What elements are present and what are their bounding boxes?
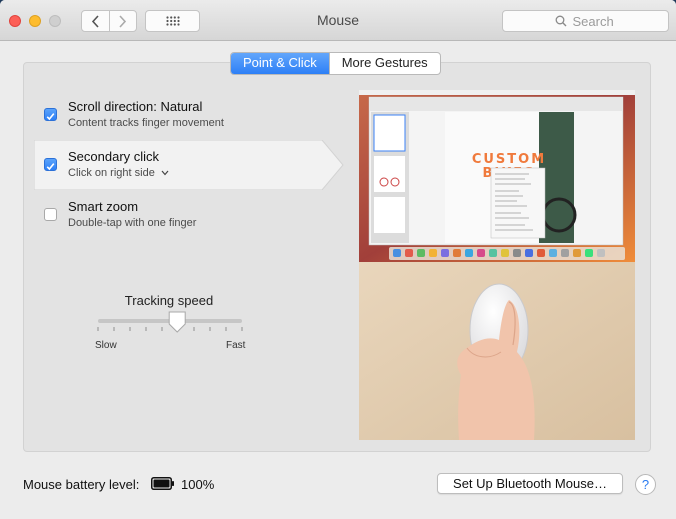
tracking-speed-slider[interactable] — [95, 310, 245, 340]
search-field[interactable] — [502, 10, 669, 32]
dropdown-value: Click on right side — [68, 167, 155, 179]
setup-bluetooth-mouse-button[interactable]: Set Up Bluetooth Mouse… — [437, 473, 623, 494]
battery-icon — [151, 477, 174, 490]
preferences-window: Mouse Point & Click More Gestures Scroll… — [0, 0, 676, 519]
selected-option-highlight — [34, 140, 344, 190]
secondary-click-dropdown[interactable]: Click on right side — [68, 167, 169, 179]
tab-more-gestures[interactable]: More Gestures — [328, 53, 440, 74]
slider-knob — [168, 311, 186, 333]
battery-percent: 100% — [181, 477, 215, 492]
poster-text-1: CUSTOM — [472, 152, 546, 167]
context-menu — [490, 167, 546, 239]
help-button[interactable]: ? — [635, 474, 656, 495]
battery-label: Mouse battery level: — [23, 477, 140, 492]
title-bar: Mouse — [0, 0, 676, 41]
tracking-speed-label: Tracking speed — [124, 293, 214, 308]
smart-zoom-checkbox[interactable] — [44, 208, 57, 221]
tab-bar: Point & Click More Gestures — [230, 52, 441, 75]
scroll-direction-checkbox[interactable] — [44, 108, 57, 121]
option-title: Secondary click — [68, 149, 160, 164]
slow-label: Slow — [95, 340, 117, 351]
search-icon — [555, 15, 566, 27]
checkmark-icon — [46, 163, 55, 171]
option-title: Scroll direction: Natural — [68, 99, 203, 114]
option-subtitle: Double-tap with one finger — [68, 217, 197, 229]
option-title: Smart zoom — [68, 199, 139, 214]
option-subtitle: Content tracks finger movement — [68, 117, 224, 129]
secondary-click-checkbox[interactable] — [44, 158, 57, 171]
gesture-preview-video: CUSTOM BIKES — [359, 90, 635, 440]
search-input[interactable] — [572, 13, 617, 29]
chevron-down-icon — [161, 170, 169, 176]
checkmark-icon — [46, 113, 55, 121]
fast-label: Fast — [226, 340, 246, 351]
tab-point-and-click[interactable]: Point & Click — [231, 53, 329, 74]
